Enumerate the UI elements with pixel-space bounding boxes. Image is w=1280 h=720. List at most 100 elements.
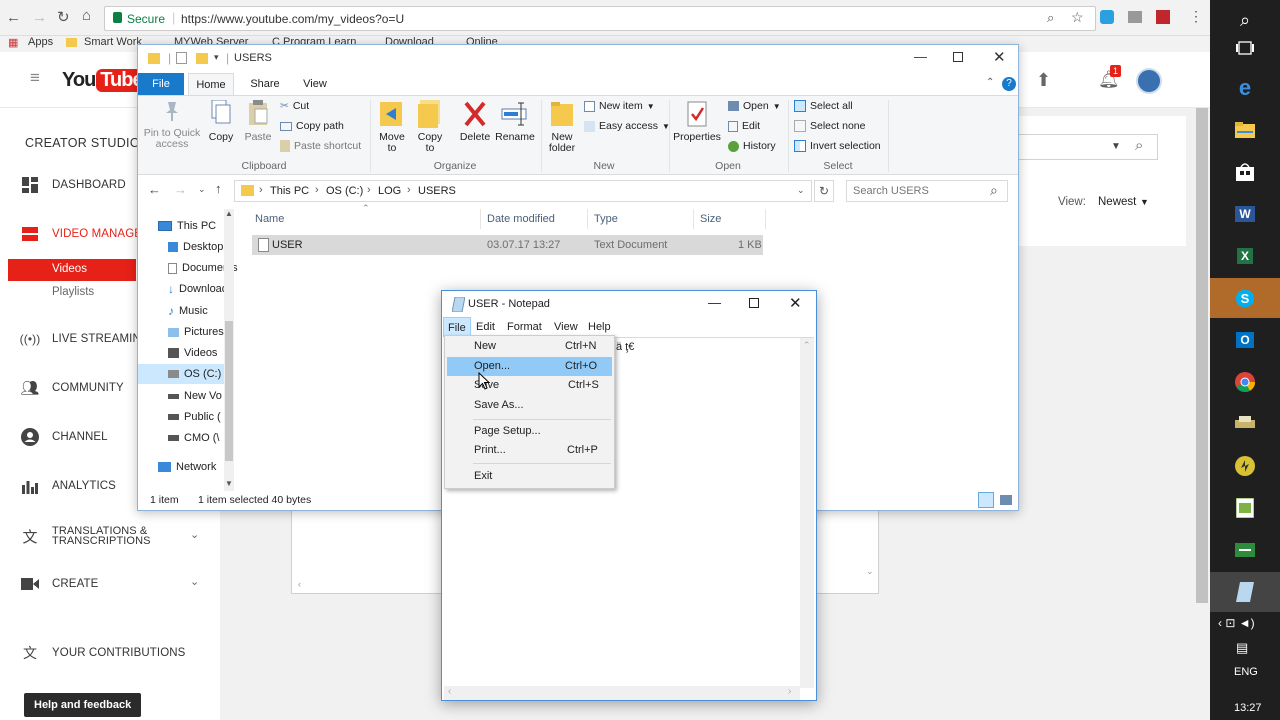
view-sort-select[interactable]: Newest xyxy=(1098,196,1136,208)
pin-quick-access-button[interactable]: Pin to Quick access xyxy=(142,100,202,150)
task-view-icon[interactable] xyxy=(1210,28,1280,68)
properties-button[interactable]: Properties xyxy=(672,100,722,143)
excel-icon[interactable]: X xyxy=(1210,236,1280,276)
easy-access-button[interactable]: Easy access ▼ xyxy=(584,120,670,132)
breadcrumb-log[interactable]: LOG xyxy=(378,185,401,197)
nav-scroll-thumb[interactable] xyxy=(225,321,233,461)
nav-cmo[interactable]: CMO (\ xyxy=(168,428,219,448)
up-icon[interactable]: ↑ xyxy=(215,181,222,196)
sidebar-item-create[interactable]: CREATE ⌄ xyxy=(8,569,220,599)
move-to-button[interactable]: Move to xyxy=(374,100,410,154)
menu-item-page-setup[interactable]: Page Setup... xyxy=(447,422,612,441)
menu-format[interactable]: Format xyxy=(503,317,546,337)
edit-button[interactable]: Edit xyxy=(728,120,760,132)
breadcrumb-this-pc[interactable]: This PC xyxy=(270,185,309,197)
table-row[interactable]: USER 03.07.17 13:27 Text Document 1 KB xyxy=(252,235,763,255)
tab-view[interactable]: View xyxy=(292,73,338,95)
vertical-scrollbar[interactable]: ⌃ xyxy=(800,338,814,688)
paste-button[interactable]: Paste xyxy=(240,100,276,143)
menu-help[interactable]: Help xyxy=(584,317,615,337)
column-type[interactable]: Type xyxy=(594,209,618,229)
clock[interactable]: 13:27 xyxy=(1234,702,1262,714)
help-icon[interactable]: ? xyxy=(1002,77,1016,91)
nav-videos[interactable]: Videos xyxy=(168,343,217,363)
notepad-plus-icon[interactable] xyxy=(1210,488,1280,528)
invert-selection-button[interactable]: Invert selection xyxy=(794,140,881,152)
bookmark-star-icon[interactable]: ☆ xyxy=(1071,9,1084,26)
rename-button[interactable]: Rename xyxy=(494,100,536,143)
menu-file[interactable]: File xyxy=(443,317,471,337)
large-icons-view-icon[interactable] xyxy=(1000,495,1012,505)
avatar[interactable] xyxy=(1136,68,1162,94)
system-tray-icons[interactable]: ‹ ⊡ ◄) xyxy=(1218,616,1278,636)
search-icon[interactable]: ⌕ xyxy=(1135,137,1143,154)
outlook-icon[interactable]: O xyxy=(1210,320,1280,360)
nav-new-volume[interactable]: New Vo xyxy=(168,386,222,406)
bookmark-apps[interactable]: Apps xyxy=(28,36,53,48)
nav-desktop[interactable]: Desktop xyxy=(168,237,223,257)
menu-item-new[interactable]: New Ctrl+N xyxy=(447,337,612,356)
copy-to-button[interactable]: Copy to xyxy=(412,100,448,154)
skype-extension-icon[interactable] xyxy=(1100,10,1114,24)
nav-this-pc[interactable]: This PC xyxy=(158,216,216,236)
properties-quick-icon[interactable] xyxy=(176,52,187,64)
reload-icon[interactable]: ↻ xyxy=(57,8,70,26)
nav-os-c[interactable]: OS (C:) xyxy=(168,364,221,384)
column-name[interactable]: Name xyxy=(255,209,284,229)
new-folder-button[interactable]: New folder xyxy=(544,100,580,154)
copy-button[interactable]: Copy xyxy=(204,100,238,143)
nav-music[interactable]: ♪ Music xyxy=(168,301,208,321)
caret-down-icon[interactable]: ▼ xyxy=(1111,141,1121,152)
extension-red-icon[interactable] xyxy=(1156,10,1170,24)
chevron-down-icon[interactable]: ⌄ xyxy=(797,185,805,196)
tab-file[interactable]: File xyxy=(138,73,184,95)
breadcrumb-os-c[interactable]: OS (C:) xyxy=(326,185,363,197)
column-size[interactable]: Size xyxy=(700,209,721,229)
action-center-icon[interactable]: ▤ xyxy=(1236,640,1248,656)
breadcrumb-users[interactable]: USERS xyxy=(418,185,456,197)
menu-item-print[interactable]: Print... Ctrl+P xyxy=(447,441,612,460)
language-indicator[interactable]: ENG xyxy=(1234,666,1258,678)
page-scrollbar[interactable] xyxy=(1196,108,1208,603)
tab-home[interactable]: Home xyxy=(188,73,234,95)
cut-button[interactable]: ✂ Cut xyxy=(280,100,309,112)
delete-button[interactable]: Delete xyxy=(456,100,494,143)
minimize-button[interactable]: — xyxy=(914,49,927,64)
forward-icon[interactable]: → xyxy=(32,9,47,26)
forward-icon[interactable]: → xyxy=(174,182,187,197)
horizontal-scrollbar[interactable]: ‹ › xyxy=(444,686,800,700)
copy-path-button[interactable]: Copy path xyxy=(280,120,344,132)
history-button[interactable]: History xyxy=(728,140,776,152)
sidebar-item-videos[interactable]: Videos xyxy=(8,259,136,281)
url-text[interactable]: https://www.youtube.com/my_videos?o=U xyxy=(181,12,404,26)
app-green-icon[interactable] xyxy=(1210,530,1280,570)
menu-item-open[interactable]: Open... Ctrl+O xyxy=(447,357,612,376)
menu-item-save[interactable]: Save Ctrl+S xyxy=(447,376,612,395)
chrome-menu-icon[interactable]: ⋮ xyxy=(1189,8,1203,25)
upload-icon[interactable]: ⬆ xyxy=(1036,70,1051,91)
skype-taskbar-icon[interactable]: S xyxy=(1210,278,1280,318)
details-view-icon[interactable] xyxy=(978,492,994,508)
hamburger-menu-icon[interactable]: ≡ xyxy=(30,68,40,88)
refresh-button[interactable]: ↻ xyxy=(814,180,834,202)
extension-icon[interactable] xyxy=(1128,11,1142,23)
menu-edit[interactable]: Edit xyxy=(472,317,499,337)
recent-locations-icon[interactable]: ⌄ xyxy=(198,184,206,195)
youtube-logo[interactable]: You Tube xyxy=(62,66,147,94)
sidebar-item-playlists[interactable]: Playlists xyxy=(52,286,94,298)
address-bar[interactable]: Secure | https://www.youtube.com/my_vide… xyxy=(104,6,1096,31)
select-all-button[interactable]: Select all xyxy=(794,100,853,112)
edge-icon[interactable]: e xyxy=(1210,68,1280,108)
nav-pictures[interactable]: Pictures xyxy=(168,322,224,342)
minimize-button[interactable]: — xyxy=(708,295,721,310)
collapse-ribbon-icon[interactable]: ⌃ xyxy=(986,77,994,88)
bookmark-smart-work[interactable]: Smart Work xyxy=(84,36,142,48)
nav-public[interactable]: Public ( xyxy=(168,407,221,427)
nav-scrollbar[interactable]: ▲ ▼ xyxy=(224,209,234,491)
app-icon[interactable] xyxy=(1210,446,1280,486)
notepad-taskbar-icon[interactable] xyxy=(1210,572,1280,612)
open-button[interactable]: Open ▼ xyxy=(728,100,781,112)
tab-share[interactable]: Share xyxy=(242,73,288,95)
maximize-button[interactable] xyxy=(953,52,963,62)
file-explorer-icon[interactable] xyxy=(1210,110,1280,150)
